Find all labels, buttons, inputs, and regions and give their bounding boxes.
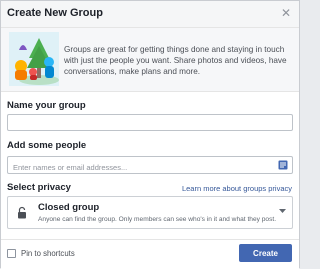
dialog-title: Create New Group [7, 7, 103, 19]
group-illustration [9, 32, 59, 86]
pin-to-shortcuts[interactable]: Pin to shortcuts [7, 249, 75, 258]
group-name-label: Name your group [7, 100, 86, 111]
create-button[interactable]: Create [239, 244, 292, 262]
select-privacy-label: Select privacy [7, 182, 71, 193]
add-people-input[interactable] [8, 159, 292, 176]
pin-label: Pin to shortcuts [21, 249, 75, 258]
create-group-dialog: Create New Group ✕ Groups are great for … [0, 0, 300, 269]
privacy-option-description: Anyone can find the group. Only members … [38, 216, 277, 223]
close-icon[interactable]: ✕ [281, 5, 291, 21]
intro-description: Groups are great for getting things done… [64, 45, 287, 76]
privacy-option-title: Closed group [38, 202, 100, 213]
lock-icon [18, 206, 26, 219]
pin-checkbox[interactable] [7, 249, 16, 258]
group-name-input[interactable] [8, 118, 292, 133]
privacy-learn-more-link[interactable]: Learn more about groups privacy [182, 184, 292, 193]
contacts-book-icon[interactable] [278, 160, 288, 170]
intro-banner: Groups are great for getting things done… [1, 28, 299, 92]
group-name-field[interactable] [7, 114, 293, 133]
add-people-label: Add some people [7, 140, 87, 151]
dialog-header: Create New Group ✕ [1, 1, 299, 28]
add-people-field[interactable] [7, 156, 293, 176]
dialog-footer: Pin to shortcuts Create [1, 239, 299, 269]
privacy-select[interactable]: Closed group Anyone can find the group. … [7, 196, 293, 229]
chevron-down-icon [279, 209, 286, 213]
